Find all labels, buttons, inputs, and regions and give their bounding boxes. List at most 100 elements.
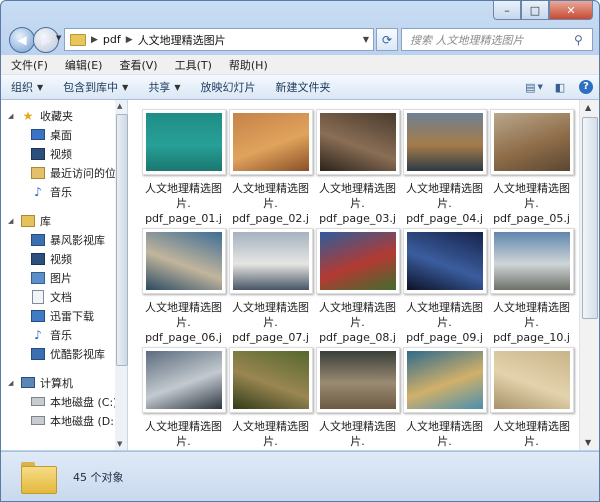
refresh-button[interactable]: ⟳ [376, 28, 398, 51]
navigation-scrollbar[interactable]: ▲ ▼ [115, 100, 128, 450]
address-bar[interactable]: ▶ pdf ▶ 人文地理精选图片 ▼ [64, 28, 374, 51]
file-item[interactable]: 人文地理精选图片.pdf_page_06.jpg [140, 225, 227, 374]
file-name-line: 片. [263, 197, 278, 210]
nav-disk-d[interactable]: 本地磁盘 (D:) [1, 411, 115, 430]
file-name-line: 片. [176, 435, 191, 448]
file-item[interactable]: 人文地理精选图片.pdf_page_10.jpg [488, 225, 575, 374]
nav-computer[interactable]: ◢ 计算机 [1, 373, 115, 392]
file-name-line: 人文地理精选图 [406, 182, 483, 195]
content-scrollbar[interactable]: ▲ ▼ [579, 100, 599, 450]
collapse-arrow-icon[interactable]: ◢ [8, 379, 13, 387]
documents-icon [31, 289, 45, 304]
nav-libraries[interactable]: ◢ 库 [1, 211, 115, 230]
file-item[interactable]: 人文地理精选图片.pdf_page_02.jpg [227, 106, 314, 255]
thumbnail-frame [141, 347, 226, 413]
recent-places-icon [31, 166, 45, 179]
close-button[interactable]: ✕ [549, 1, 593, 20]
breadcrumb-current-folder[interactable]: 人文地理精选图片 [134, 32, 230, 48]
menu-help[interactable]: 帮助(H) [219, 57, 275, 73]
nav-recent-places[interactable]: 最近访问的位置 [1, 163, 115, 182]
address-dropdown-icon[interactable]: ▼ [359, 35, 373, 44]
file-name-line: 片. [350, 197, 365, 210]
search-icon[interactable]: ⚲ [574, 33, 592, 47]
new-folder-label: 新建文件夹 [275, 81, 331, 94]
file-item[interactable]: 人文地理精选图片.pdf_page_09.jpg [401, 225, 488, 374]
minimize-button[interactable]: – [493, 1, 521, 20]
nav-videos-favorite[interactable]: 视频 [1, 144, 115, 163]
file-name-line: 人文地理精选图 [232, 182, 309, 195]
nav-music-favorite[interactable]: ♪ 音乐 [1, 182, 115, 201]
menu-edit[interactable]: 编辑(E) [55, 57, 110, 73]
nav-youku-library[interactable]: 优酷影视库 [1, 344, 115, 363]
caption-buttons: – □ ✕ [493, 1, 593, 20]
file-item[interactable]: 人文地理精选图片.pdf_page_07.jpg [227, 225, 314, 374]
file-name-line: 片. [524, 316, 539, 329]
file-item[interactable]: 人文地理精选图片.pdf_page_01.jpg [140, 106, 227, 255]
file-item[interactable]: 人文地理精选图片.pdf_page_13.jpg [314, 344, 401, 450]
new-folder-button[interactable]: 新建文件夹 [265, 79, 340, 95]
scroll-down-icon[interactable]: ▼ [117, 440, 122, 448]
thumbnail-frame [315, 347, 400, 413]
file-name-line: 人文地理精选图 [145, 420, 222, 433]
slideshow-button[interactable]: 放映幻灯片 [190, 79, 265, 95]
file-item[interactable]: 人文地理精选图片.pdf_page_04.jpg [401, 106, 488, 255]
file-name-line: 片. [176, 316, 191, 329]
image-thumbnail [145, 351, 222, 409]
file-item[interactable]: 人文地理精选图片.pdf_page_05.jpg [488, 106, 575, 255]
back-arrow-icon: ◀ [17, 33, 27, 47]
nav-baofeng-library[interactable]: 暴风影视库 [1, 230, 115, 249]
collapse-arrow-icon[interactable]: ◢ [8, 112, 13, 120]
breadcrumb-pdf[interactable]: pdf [99, 33, 125, 46]
maximize-button[interactable]: □ [521, 1, 549, 20]
scroll-up-icon[interactable]: ▲ [585, 103, 591, 112]
back-button[interactable]: ◀ [9, 27, 35, 53]
scrollbar-thumb[interactable] [116, 114, 128, 366]
nav-music[interactable]: ♪ 音乐 [1, 325, 115, 344]
nav-label: 库 [40, 214, 51, 228]
file-item[interactable]: 人文地理精选图片.pdf_page_12.jpg [227, 344, 314, 450]
file-name-line: 人文地理精选图 [319, 182, 396, 195]
thumbnail-frame [315, 228, 400, 294]
nav-xunlei-downloads[interactable]: 迅雷下载 [1, 306, 115, 325]
file-item[interactable]: 人文地理精选图片.pdf_page_03.jpg [314, 106, 401, 255]
chevron-right-icon[interactable]: ▶ [90, 35, 99, 45]
collapse-arrow-icon[interactable]: ◢ [8, 217, 13, 225]
scroll-down-icon[interactable]: ▼ [585, 438, 591, 447]
download-folder-icon [31, 309, 45, 322]
dropdown-arrow-icon: ▼ [122, 82, 129, 92]
share-button[interactable]: 共享 ▼ [138, 79, 190, 95]
file-item[interactable]: 人文地理精选图片.pdf_page_14.jpg [401, 344, 488, 450]
file-name-line: pdf_page_13.jp [316, 449, 399, 450]
search-box[interactable]: 搜索 人文地理精选图片 ⚲ [401, 28, 593, 51]
include-in-library-button[interactable]: 包含到库中 ▼ [53, 79, 138, 95]
view-options-button[interactable]: ▤ ▼ [521, 77, 547, 97]
preview-pane-button[interactable]: ◧ [547, 77, 573, 97]
nav-pictures[interactable]: 图片 [1, 268, 115, 287]
image-thumbnail [493, 232, 570, 290]
nav-label: 本地磁盘 (C:) [50, 395, 116, 409]
menu-view[interactable]: 查看(V) [109, 57, 164, 73]
file-name-line: 片. [350, 435, 365, 448]
menu-tools[interactable]: 工具(T) [165, 57, 219, 73]
nav-videos[interactable]: 视频 [1, 249, 115, 268]
nav-label: 迅雷下载 [50, 309, 94, 323]
scrollbar-thumb[interactable] [582, 117, 598, 319]
recent-pages-dropdown-icon[interactable]: ▼ [56, 34, 61, 42]
nav-disk-c[interactable]: 本地磁盘 (C:) [1, 392, 115, 411]
menu-file[interactable]: 文件(F) [1, 57, 55, 73]
nav-favorites[interactable]: ◢ ★ 收藏夹 [1, 106, 115, 125]
file-name-line: 人文地理精选图 [232, 420, 309, 433]
nav-desktop[interactable]: 桌面 [1, 125, 115, 144]
scroll-up-icon[interactable]: ▲ [117, 102, 122, 110]
nav-label: 最近访问的位置 [50, 166, 116, 180]
organize-button[interactable]: 组织 ▼ [1, 79, 53, 95]
file-item[interactable]: 人文地理精选图片.pdf_page_08.jpg [314, 225, 401, 374]
file-item[interactable]: 人文地理精选图片.pdf_page_11.jpg [140, 344, 227, 450]
file-item[interactable]: 人文地理精选图片.pdf_page_15.jpg [488, 344, 575, 450]
help-button[interactable]: ? [573, 77, 599, 97]
nav-documents[interactable]: 文档 [1, 287, 115, 306]
nav-label: 视频 [50, 147, 72, 161]
preview-pane-icon: ◧ [554, 80, 566, 94]
chevron-right-icon[interactable]: ▶ [125, 35, 134, 45]
nav-label: 收藏夹 [40, 109, 73, 123]
